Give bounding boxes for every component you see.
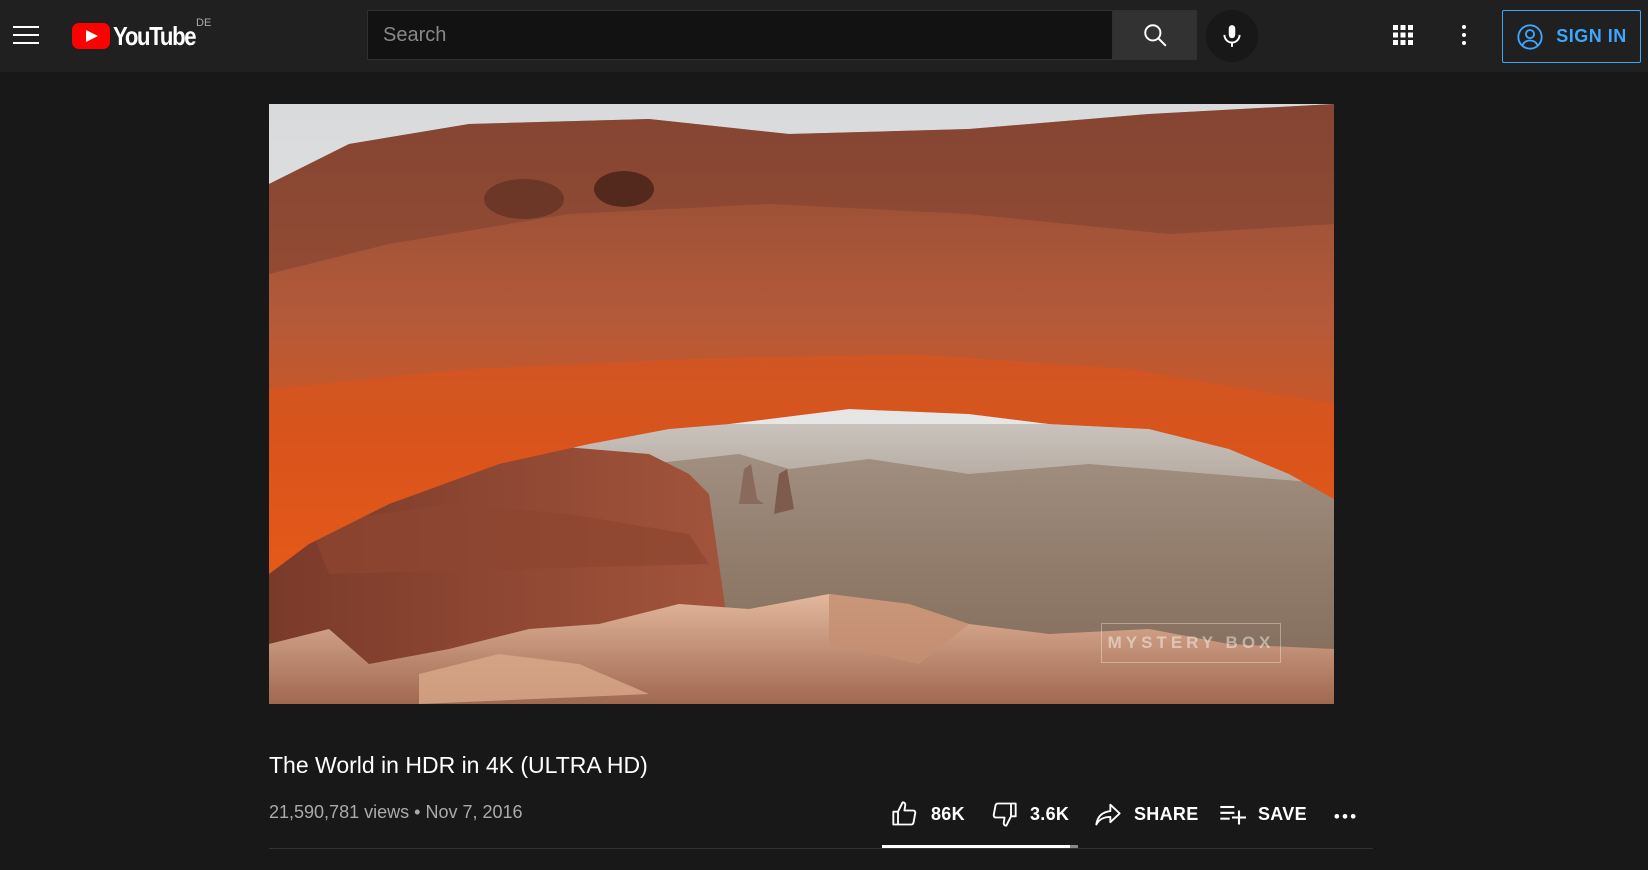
apps-grid-icon xyxy=(1393,25,1413,45)
thumb-up-icon xyxy=(892,801,917,826)
youtube-logo[interactable]: YouTube xyxy=(72,20,210,52)
more-vert-icon xyxy=(1462,25,1466,45)
search-icon xyxy=(1144,24,1167,47)
search-box xyxy=(367,10,1113,60)
view-count: 21,590,781 views xyxy=(269,802,410,822)
video-player[interactable]: MYSTERY BOX xyxy=(269,104,1334,704)
video-frame xyxy=(269,104,1334,704)
like-button[interactable]: 86K xyxy=(891,796,965,832)
playlist-add-icon xyxy=(1220,805,1246,825)
thumb-down-icon xyxy=(992,802,1017,827)
voice-search-button[interactable] xyxy=(1206,10,1258,62)
dislike-button[interactable]: 3.6K xyxy=(990,796,1069,832)
channel-watermark: MYSTERY BOX xyxy=(1101,623,1281,663)
dislike-count: 3.6K xyxy=(1030,803,1070,824)
meta-separator: • xyxy=(414,802,421,822)
divider xyxy=(269,848,1373,849)
menu-icon[interactable] xyxy=(10,20,42,52)
search-input[interactable] xyxy=(368,11,1112,59)
more-actions-button[interactable] xyxy=(1331,796,1359,832)
share-label: SHARE xyxy=(1134,803,1199,824)
save-button[interactable]: SAVE xyxy=(1218,796,1307,832)
share-icon xyxy=(1095,803,1121,826)
save-label: SAVE xyxy=(1258,803,1307,824)
youtube-logo-icon xyxy=(72,23,110,49)
country-code: DE xyxy=(196,17,212,29)
like-count: 86K xyxy=(931,803,965,824)
video-title: The World in HDR in 4K (ULTRA HD) xyxy=(269,752,648,778)
top-bar: YouTube DE Search SIGN IN xyxy=(0,0,1648,72)
settings-menu-button[interactable] xyxy=(1446,17,1482,53)
search-button[interactable] xyxy=(1113,10,1197,60)
video-meta: 21,590,781 views • Nov 7, 2016 xyxy=(269,802,523,823)
account-icon xyxy=(1517,23,1543,50)
logo-text: YouTube xyxy=(113,20,197,51)
sign-in-label: SIGN IN xyxy=(1556,26,1627,46)
mic-icon xyxy=(1223,25,1241,47)
apps-button[interactable] xyxy=(1385,17,1421,53)
sign-in-button[interactable]: SIGN IN xyxy=(1502,10,1641,63)
upload-date: Nov 7, 2016 xyxy=(425,802,523,822)
share-button[interactable]: SHARE xyxy=(1094,796,1199,832)
more-horiz-icon xyxy=(1334,814,1356,819)
